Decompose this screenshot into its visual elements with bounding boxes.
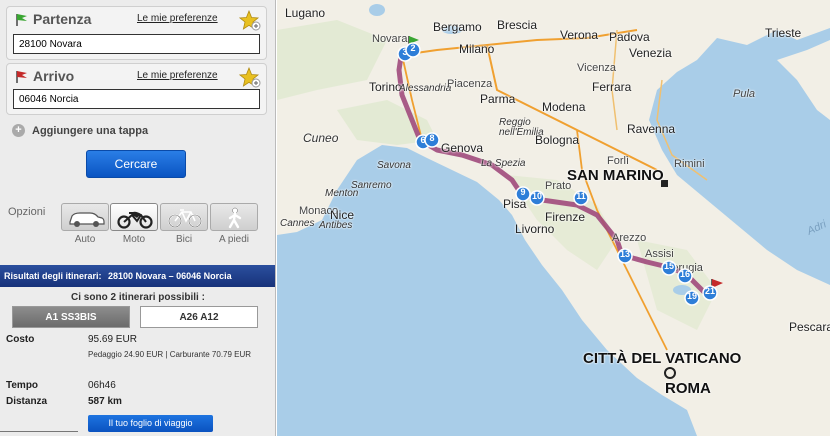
motorbike-icon [117,211,153,229]
results-header-route: 28100 Novara – 06046 Norcia [108,271,232,281]
arrival-title: Arrivo [33,68,75,84]
star-add-icon[interactable] [239,10,261,32]
tab-itinerary-1[interactable]: A1 SS3BIS [12,306,130,328]
route-marker[interactable]: 10 [529,190,545,211]
mode-motorbike-button[interactable] [110,203,158,231]
results-header: Risultati degli itinerari: 28100 Novara … [0,265,275,287]
distance-value: 587 km [88,396,122,407]
cost-value: 95.69 EUR [88,334,137,345]
tab-itinerary-2[interactable]: A26 A12 [140,306,258,328]
departure-box: Partenza Le mie preferenze [6,6,267,60]
arrival-input[interactable] [13,89,260,109]
route-marker[interactable]: 21 [702,285,718,306]
route-marker[interactable]: 15 [661,260,677,281]
time-value: 06h46 [88,380,116,391]
divider [0,431,78,432]
pedestrian-icon [228,207,242,229]
add-stop-label: Aggiungere una tappa [32,124,149,137]
results-header-label: Risultati degli itinerari: [4,271,102,281]
star-add-icon[interactable] [239,67,261,89]
arrival-box: Arrivo Le mie preferenze [6,63,267,115]
itinerary-count: Ci sono 2 itinerari possibili : [71,292,205,303]
route-marker[interactable]: 11 [573,190,589,211]
red-flag-icon [16,71,27,83]
mode-bike-button[interactable] [160,203,208,231]
cost-detail: Pedaggio 24.90 EUR | Carburante 70.79 EU… [88,350,252,359]
departure-preferences-link[interactable]: Le mie preferenze [137,13,218,24]
departure-title: Partenza [33,11,92,27]
route-marker[interactable]: 8 [424,132,440,153]
mode-walk-button[interactable] [210,203,258,231]
route-marker[interactable]: 19 [684,290,700,311]
route-markers [408,36,723,296]
arrival-preferences-link[interactable]: Le mie preferenze [137,70,218,81]
options-label: Opzioni [8,206,46,218]
route-map[interactable]: Lugano Bergamo Brescia Verona Padova Ven… [277,0,830,436]
plus-circle-icon: + [12,124,25,137]
time-label: Tempo [6,380,39,391]
route-marker[interactable]: 2 [405,42,421,63]
mode-car-button[interactable] [61,203,109,231]
distance-label: Distanza [6,396,48,407]
mode-car-label: Auto [74,234,96,245]
route-planner-panel: Partenza Le mie preferenze Arrivo Le mie… [0,0,276,436]
mode-bike-label: Bici [175,234,193,245]
route-marker[interactable]: 16 [677,268,693,289]
add-stop-link[interactable]: + Aggiungere una tappa [12,124,148,137]
car-icon [69,212,105,227]
green-flag-icon [16,14,27,26]
cost-label: Costo [6,334,35,345]
bicycle-icon [168,209,202,228]
departure-input[interactable] [13,34,260,54]
mode-walk-label: A piedi [218,234,250,245]
route-marker[interactable]: 13 [617,248,633,269]
mode-motorbike-label: Moto [122,234,146,245]
travel-sheet-button[interactable]: Il tuo foglio di viaggio [88,415,213,432]
search-button[interactable]: Cercare [86,150,186,178]
